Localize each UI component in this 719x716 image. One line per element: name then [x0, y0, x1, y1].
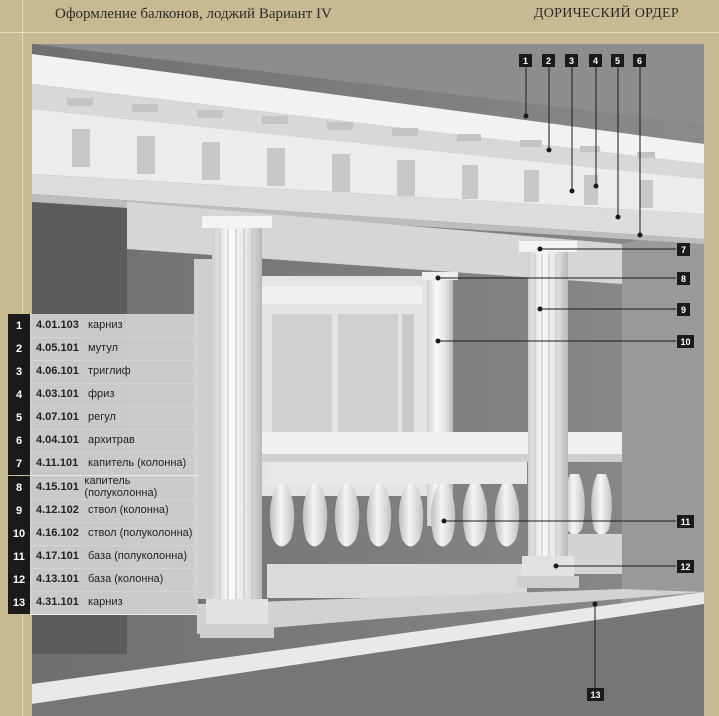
legend-num: 10 — [8, 522, 30, 545]
legend-num: 11 — [8, 545, 30, 568]
legend-num: 4 — [8, 383, 30, 406]
legend-num: 12 — [8, 568, 30, 591]
callout-8: 8 — [677, 272, 690, 285]
legend-num: 9 — [8, 499, 30, 522]
callout-2: 2 — [542, 54, 555, 67]
legend-row: 12 4.13.101 база (колонна) — [8, 567, 198, 592]
legend-num: 6 — [8, 429, 30, 452]
callout-5: 5 — [611, 54, 624, 67]
legend-code: 4.05.101 — [36, 342, 79, 354]
legend-row: 11 4.17.101 база (полуколонна) — [8, 544, 198, 569]
legend-num: 2 — [8, 337, 30, 360]
callout-10: 10 — [677, 335, 694, 348]
legend-name: триглиф — [88, 365, 131, 377]
legend-row: 2 4.05.101 мутул — [8, 336, 198, 361]
legend-name: ствол (полуколонна) — [88, 527, 193, 539]
callout-7: 7 — [677, 243, 690, 256]
legend-name: капитель (полуколонна) — [84, 475, 158, 499]
legend-num: 8 — [8, 476, 30, 499]
legend-code: 4.31.101 — [36, 596, 79, 608]
legend-code: 4.06.101 — [36, 365, 79, 377]
legend-num: 5 — [8, 406, 30, 429]
legend-code: 4.12.102 — [36, 504, 79, 516]
legend-code: 4.01.103 — [36, 319, 79, 331]
callout-9: 9 — [677, 303, 690, 316]
legend-code: 4.13.101 — [36, 573, 79, 585]
callout-4: 4 — [589, 54, 602, 67]
legend-code: 4.15.101 — [36, 481, 79, 493]
legend-row: 13 4.31.101 карниз — [8, 590, 198, 615]
legend-name: капитель (колонна) — [88, 457, 187, 469]
callout-1: 1 — [519, 54, 532, 67]
legend-row: 7 4.11.101 капитель (колонна) — [8, 451, 198, 476]
legend-name: архитрав — [88, 434, 135, 446]
legend-row: 10 4.16.102 ствол (полуколонна) — [8, 521, 198, 546]
legend-code: 4.11.101 — [36, 457, 79, 469]
legend-name: база (полуколонна) — [88, 550, 188, 562]
legend-code: 4.17.101 — [36, 550, 79, 562]
callout-6: 6 — [633, 54, 646, 67]
callout-12: 12 — [677, 560, 694, 573]
legend-name: база (колонна) — [88, 573, 164, 585]
legend-name: карниз — [88, 319, 123, 331]
callout-13: 13 — [587, 688, 604, 701]
legend-name: ствол (колонна) — [88, 504, 169, 516]
legend-code: 4.03.101 — [36, 388, 79, 400]
legend-num: 1 — [8, 314, 30, 337]
legend-row: 4 4.03.101 фриз — [8, 382, 198, 407]
legend-code: 4.16.102 — [36, 527, 79, 539]
legend-name: регул — [88, 411, 116, 423]
legend-row: 1 4.01.103 карниз — [8, 313, 198, 338]
legend-row: 5 4.07.101 регул — [8, 405, 198, 430]
legend-name: карниз — [88, 596, 123, 608]
legend-row: 6 4.04.101 архитрав — [8, 428, 198, 453]
legend-row: 3 4.06.101 триглиф — [8, 359, 198, 384]
legend-code: 4.07.101 — [36, 411, 79, 423]
callout-3: 3 — [565, 54, 578, 67]
legend-row: 8 4.15.101 капитель (полуколонна) — [8, 475, 198, 500]
legend-row: 9 4.12.102 ствол (колонна) — [8, 498, 198, 523]
legend-num: 13 — [8, 591, 30, 614]
legend-name: мутул — [88, 342, 119, 354]
legend-code: 4.04.101 — [36, 434, 79, 446]
legend-num: 7 — [8, 452, 30, 475]
legend-name: фриз — [88, 388, 115, 400]
callout-11: 11 — [677, 515, 694, 528]
parts-legend: 1 4.01.103 карниз 2 4.05.101 мутул 3 4.06.101… — [8, 313, 198, 615]
legend-num: 3 — [8, 360, 30, 383]
